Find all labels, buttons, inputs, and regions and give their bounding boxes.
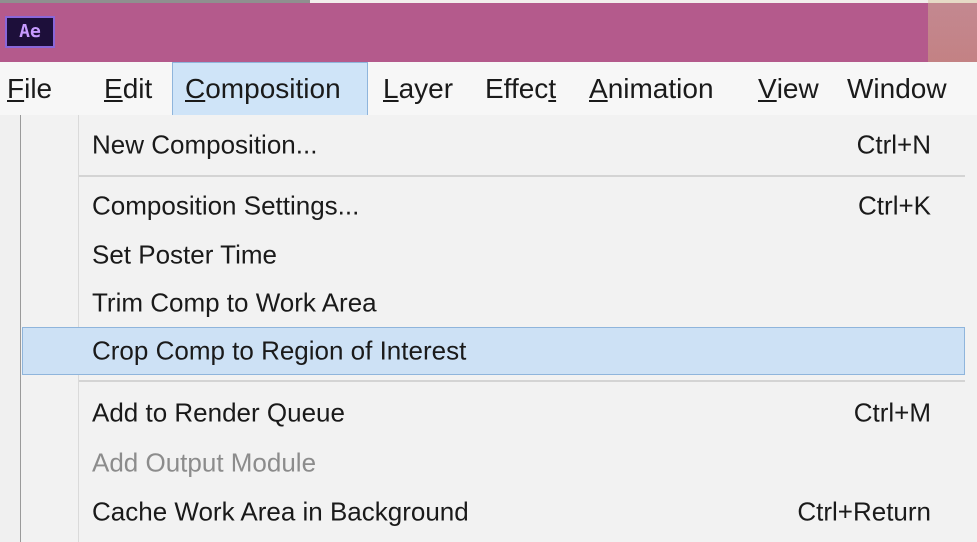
menu-item-label: Composition Settings... [92,190,360,221]
window-control-area [928,0,977,62]
after-effects-app-icon: Ae [5,16,55,48]
menu-animation-label: nimation [607,72,714,104]
menu-item-shortcut: Ctrl+N [856,129,931,160]
menu-item-cache-work-area-in-background[interactable]: Cache Work Area in Background Ctrl+Retur… [22,488,965,536]
menu-item-shortcut: Ctrl+K [858,190,931,221]
menu-composition-label: omposition [205,73,341,104]
menu-composition-accelerator: C [185,73,206,104]
menu-bar: File Edit Composition Layer Effec t Anima… [0,62,977,115]
menu-window-label: Window [847,72,947,104]
title-bar-top-strip [0,0,310,3]
menu-layer-accelerator: L [383,72,399,104]
menu-window[interactable]: Window [845,62,975,115]
menu-item-label: Set Poster Time [92,239,277,270]
menu-item-shortcut: Ctrl+Return [797,496,931,527]
menu-item-label: Add to Render Queue [92,397,345,428]
menu-edit-accelerator: E [104,72,123,104]
menu-item-add-to-render-queue[interactable]: Add to Render Queue Ctrl+M [22,389,965,437]
menu-item-label: Crop Comp to Region of Interest [92,335,467,366]
menu-item-new-composition[interactable]: New Composition... Ctrl+N [22,121,965,169]
menu-composition[interactable]: Composition [172,62,368,115]
menu-animation[interactable]: Animation [587,62,737,115]
menu-item-add-output-module: Add Output Module [22,439,965,487]
menu-file-label: ile [24,72,53,104]
menu-item-composition-settings[interactable]: Composition Settings... Ctrl+K [22,182,965,230]
menu-item-label: Cache Work Area in Background [92,496,469,527]
menu-item-crop-comp-to-region-of-interest[interactable]: Crop Comp to Region of Interest [22,327,965,375]
menu-item-label: New Composition... [92,129,318,160]
menu-effect[interactable]: Effec t [483,62,573,115]
menu-edit[interactable]: Edit [100,62,168,115]
menu-view[interactable]: View [756,62,828,115]
menu-separator [79,380,965,382]
menu-item-label: Trim Comp to Work Area [92,287,377,318]
menu-layer[interactable]: Layer [381,62,467,115]
menu-item-trim-comp-to-work-area[interactable]: Trim Comp to Work Area [22,279,965,327]
composition-menu-dropdown: New Composition... Ctrl+N Composition Se… [20,115,977,542]
menu-separator [79,175,965,177]
menu-view-label: iew [776,72,819,104]
menu-item-set-poster-time[interactable]: Set Poster Time [22,231,965,279]
menu-file-accelerator: F [7,72,25,104]
menu-file[interactable]: File [3,62,81,115]
title-bar: Ae [0,0,977,62]
menu-animation-accelerator: A [589,72,608,104]
menu-edit-label: dit [122,72,153,104]
menu-view-accelerator: V [758,72,777,104]
menu-layer-label: ayer [398,72,454,104]
menu-item-shortcut: Ctrl+M [853,397,931,428]
menu-effect-accelerator: t [548,72,557,104]
title-bar-top-strip-light [310,0,977,3]
menu-item-label: Add Output Module [92,447,317,478]
menu-effect-label: Effec [485,72,549,104]
